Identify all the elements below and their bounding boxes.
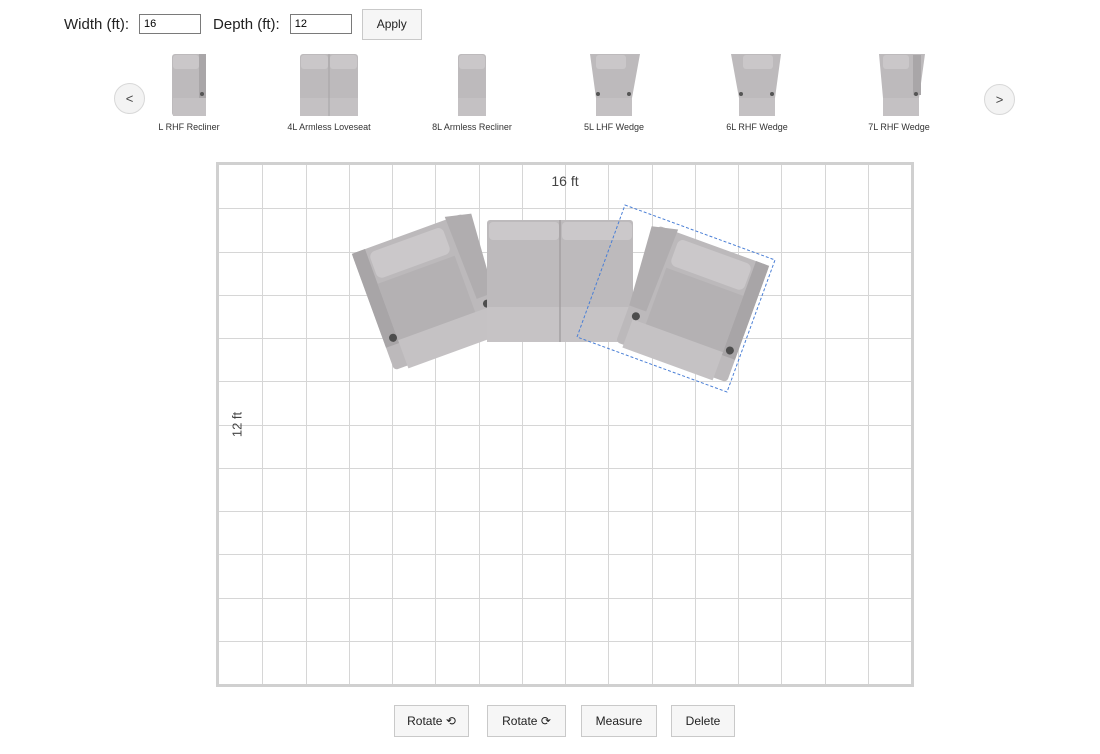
chevron-right-icon: > (995, 92, 1004, 107)
armless-loveseat-icon (300, 54, 358, 116)
armless-recliner-icon (458, 54, 486, 116)
wedge-lhf-icon (590, 54, 640, 116)
measure-button[interactable]: Measure (581, 705, 657, 737)
carousel-next-button[interactable]: > (984, 84, 1015, 115)
rotate-ccw-button[interactable]: Rotate ⟲ (394, 705, 469, 737)
palette-item-lhf-wedge[interactable]: 5L LHF Wedge (559, 52, 669, 134)
width-input[interactable] (139, 14, 202, 34)
delete-button[interactable]: Delete (671, 705, 735, 737)
wedge-rhf-icon (731, 54, 781, 116)
placed-armless-loveseat[interactable] (487, 220, 633, 342)
palette-item-label: 6L RHF Wedge (726, 122, 788, 132)
palette-item-rhf-recliner[interactable]: L RHF Recliner (134, 52, 244, 134)
width-label: Width (ft): (64, 15, 130, 33)
palette-item-label: 7L RHF Wedge (868, 122, 930, 132)
wedge-rhf-icon (879, 54, 925, 116)
palette-item-armless-loveseat[interactable]: 4L Armless Loveseat (274, 52, 384, 134)
palette-item-label: 4L Armless Loveseat (287, 122, 371, 132)
room-size-toolbar: Width (ft): Depth (ft): Apply (64, 8, 422, 40)
palette-item-rhf-wedge-7l[interactable]: 7L RHF Wedge (844, 52, 954, 134)
recliner-rhf-icon (172, 54, 206, 116)
furniture-layer (351, 204, 776, 393)
rotate-cw-button[interactable]: Rotate ⟳ (487, 705, 566, 737)
palette-item-label: 5L LHF Wedge (583, 122, 645, 132)
depth-input[interactable] (289, 14, 352, 34)
palette-item-armless-recliner[interactable]: 8L Armless Recliner (417, 52, 527, 134)
palette-item-label: L RHF Recliner (158, 122, 220, 132)
palette-item-rhf-wedge-6l[interactable]: 6L RHF Wedge (702, 52, 812, 134)
chevron-left-icon: < (125, 91, 134, 106)
depth-label: Depth (ft): (213, 15, 280, 33)
room-canvas[interactable]: 16 ft 12 ft (216, 162, 914, 687)
placed-recliner-right[interactable] (609, 221, 770, 386)
palette-item-label: 8L Armless Recliner (432, 122, 512, 132)
apply-button[interactable]: Apply (361, 8, 422, 40)
